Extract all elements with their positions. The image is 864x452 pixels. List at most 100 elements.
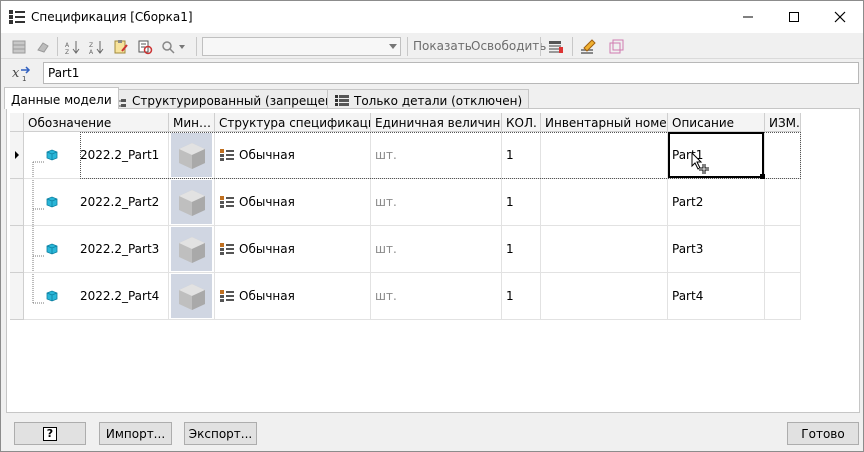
qty-cell[interactable]: 1 — [502, 132, 541, 179]
bom-structure-icon — [220, 196, 234, 208]
eraser-icon — [37, 41, 49, 53]
sort-descending-button[interactable]: ZA — [87, 37, 107, 56]
part-cube-icon — [46, 243, 58, 255]
table-row[interactable]: 2022.2_Part2 Обычная шт. 1 Part2 — [10, 179, 801, 226]
tab-parts-only[interactable]: Только детали (отключен) — [327, 89, 530, 109]
qty-cell[interactable]: 1 — [502, 179, 541, 226]
column-header-rev[interactable]: ИЗМ. — [765, 113, 801, 132]
bom-table-button[interactable] — [9, 37, 29, 56]
import-button[interactable]: Импорт... — [99, 422, 172, 445]
find-icon — [162, 40, 185, 54]
column-header-unit[interactable]: Единичная величина — [371, 113, 502, 132]
unit-cell[interactable]: шт. — [371, 273, 502, 320]
rev-cell[interactable] — [765, 226, 801, 273]
column-header-thumbnail[interactable]: Мин… — [169, 113, 215, 132]
bom-structure-cell[interactable]: Обычная — [215, 226, 371, 273]
table-row[interactable]: 2022.2_Part1 Обычная шт. 1 Part1 — [10, 132, 801, 179]
designation-text: 2022.2_Part1 — [80, 148, 160, 162]
rev-cell[interactable] — [765, 273, 801, 320]
title-bar: Спецификация [Сборка1] — [1, 1, 863, 33]
renumber-button[interactable] — [111, 37, 131, 56]
unit-cell[interactable]: шт. — [371, 179, 502, 226]
designation-cell[interactable]: 2022.2_Part2 — [24, 179, 169, 226]
show-button[interactable]: Показать — [413, 39, 472, 53]
table-row[interactable]: 2022.2_Part3 Обычная шт. 1 Part3 — [10, 226, 801, 273]
tab-model-data[interactable]: Данные модели — [4, 87, 119, 109]
inventory-cell[interactable] — [541, 226, 668, 273]
designation-cell[interactable]: 2022.2_Part1 — [24, 132, 169, 179]
row-selector[interactable] — [10, 273, 24, 320]
row-selector[interactable] — [10, 226, 24, 273]
description-cell[interactable]: Part4 — [668, 273, 765, 320]
inventory-cell[interactable] — [541, 132, 668, 179]
eraser-button[interactable] — [33, 37, 53, 56]
thumbnail-cell — [169, 179, 215, 226]
bom-structure-cell[interactable]: Обычная — [215, 273, 371, 320]
table-row[interactable]: 2022.2_Part4 Обычная шт. 1 Part4 — [10, 273, 801, 320]
inventory-cell[interactable] — [541, 179, 668, 226]
minimize-button[interactable] — [725, 1, 771, 33]
maximize-icon — [789, 12, 799, 22]
column-header-qty[interactable]: КОЛ. — [502, 113, 541, 132]
formula-row: x 1 Part1 — [1, 60, 863, 87]
formula-input[interactable]: Part1 — [43, 62, 859, 84]
description-cell[interactable]: Part2 — [668, 179, 765, 226]
bom-structure-cell[interactable]: Обычная — [215, 179, 371, 226]
qty-cell[interactable]: 1 — [502, 226, 541, 273]
release-button[interactable]: Освободить — [471, 39, 546, 53]
unit-cell[interactable]: шт. — [371, 132, 502, 179]
part-cube-icon — [46, 290, 58, 302]
sort-descending-icon: ZA — [89, 40, 104, 54]
inventory-cell[interactable] — [541, 273, 668, 320]
sort-ascending-button[interactable]: AZ — [63, 37, 83, 56]
column-chooser-button[interactable] — [546, 37, 566, 56]
close-button[interactable] — [817, 1, 863, 33]
unit-cell[interactable]: шт. — [371, 226, 502, 273]
fill-handle[interactable] — [760, 174, 765, 179]
view-tabs: Данные модели Структурированный (запреще… — [1, 87, 863, 109]
rev-cell[interactable] — [765, 179, 801, 226]
document-compare-icon — [138, 40, 153, 54]
tab-structured[interactable]: Структурированный (запрещено) — [105, 89, 352, 109]
column-header-description[interactable]: Описание — [668, 113, 765, 132]
thumbnail-cell — [169, 273, 215, 320]
bom-structure-text: Обычная — [239, 289, 295, 303]
maximize-button[interactable] — [771, 1, 817, 33]
edit-properties-button[interactable] — [578, 37, 598, 56]
compare-button[interactable] — [135, 37, 155, 56]
row-selector-header — [10, 113, 24, 132]
mouse-pointer-icon — [691, 151, 709, 174]
view-combo[interactable] — [202, 37, 401, 56]
row-selector[interactable] — [10, 179, 24, 226]
part-cube-thumbnail-icon — [178, 190, 205, 216]
export-button[interactable]: Экспорт... — [184, 422, 257, 445]
designation-text: 2022.2_Part3 — [80, 242, 160, 256]
column-header-inventory[interactable]: Инвентарный номер — [541, 113, 668, 132]
column-header-bom-structure[interactable]: Структура спецификации — [215, 113, 371, 132]
help-button[interactable]: ? — [14, 422, 86, 445]
fx-icon[interactable]: x 1 — [11, 64, 33, 82]
done-button[interactable]: Готово — [787, 422, 859, 445]
svg-text:1: 1 — [22, 75, 26, 82]
part-cube-icon — [46, 149, 58, 161]
bom-structure-cell[interactable]: Обычная — [215, 132, 371, 179]
bom-structure-icon — [220, 149, 234, 161]
qty-cell[interactable]: 1 — [502, 273, 541, 320]
designation-cell[interactable]: 2022.2_Part4 — [24, 273, 169, 320]
find-dropdown-button[interactable] — [159, 37, 189, 56]
column-header-designation[interactable]: Обозначение — [24, 113, 169, 132]
svg-text:Z: Z — [89, 42, 93, 49]
row-selector[interactable] — [10, 132, 24, 179]
designation-cell[interactable]: 2022.2_Part3 — [24, 226, 169, 273]
bom-structure-icon — [220, 290, 234, 302]
window-title: Спецификация [Сборка1] — [31, 10, 193, 24]
parts-list-icon — [335, 94, 349, 106]
thumbnail-cell — [169, 226, 215, 273]
export-model-button[interactable] — [606, 37, 626, 56]
description-cell[interactable]: Part3 — [668, 226, 765, 273]
part-cube-thumbnail-icon — [178, 143, 205, 169]
designation-text: 2022.2_Part2 — [80, 195, 160, 209]
svg-text:x: x — [12, 66, 20, 81]
rev-cell[interactable] — [765, 132, 801, 179]
part-cube-thumbnail-icon — [178, 284, 205, 310]
